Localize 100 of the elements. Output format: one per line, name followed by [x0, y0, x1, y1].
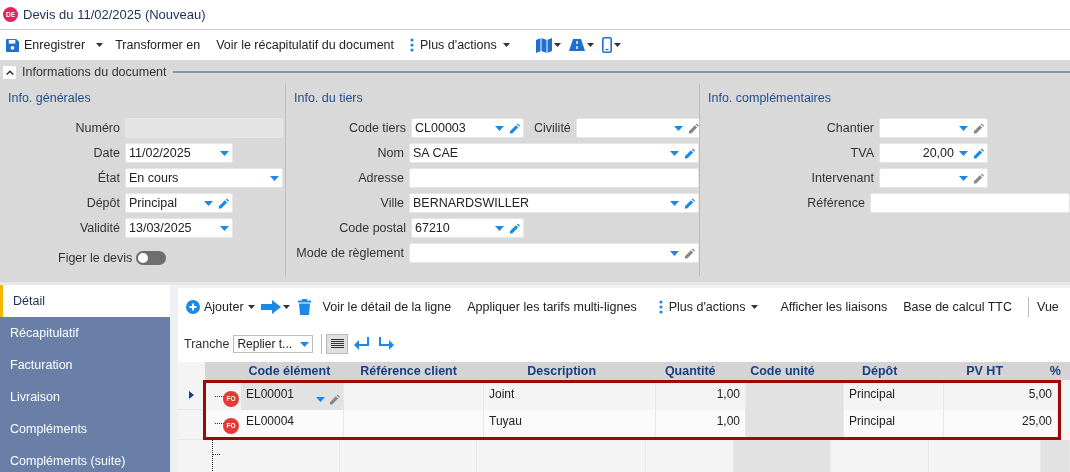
indent-arrow-icon — [378, 336, 395, 352]
caret-icon — [247, 305, 255, 309]
field-label: Date — [92, 144, 120, 162]
pencil-icon[interactable] — [687, 122, 699, 134]
field-label: Chantier — [825, 119, 874, 137]
dropdown-caret-icon — [220, 225, 229, 231]
side-tab[interactable]: Livraison — [0, 381, 170, 413]
indent-button[interactable] — [376, 336, 397, 352]
side-tab[interactable]: Récapitulatif — [0, 317, 170, 349]
more-actions-button[interactable]: Plus d'actions — [402, 35, 518, 55]
tranche-dropdown[interactable]: Replier t... — [233, 335, 314, 353]
tree-line — [215, 423, 224, 424]
tranche-label: Tranche — [184, 335, 230, 353]
dropdown-field[interactable]: 13/03/2025 — [125, 218, 233, 239]
kebab-icon — [410, 38, 414, 52]
column-header[interactable]: Référence client — [339, 362, 478, 380]
field-label: Mode de règlement — [295, 244, 404, 262]
save-button[interactable]: Enregistrer — [2, 35, 108, 55]
field-label: Nom — [376, 144, 404, 162]
pencil-icon[interactable] — [684, 147, 695, 159]
section-title: Informations du document — [22, 63, 167, 81]
dropdown-field[interactable]: En cours — [125, 168, 283, 189]
pencil-icon[interactable] — [509, 122, 520, 134]
side-tab[interactable]: Détail — [0, 285, 170, 317]
caret-icon — [613, 43, 621, 47]
lines-view-button[interactable] — [326, 334, 349, 354]
column-header[interactable]: PV HT — [928, 362, 1041, 380]
pencil-icon[interactable] — [329, 394, 340, 405]
dropdown-field[interactable] — [879, 168, 988, 189]
header-cell — [204, 362, 239, 380]
dropdown-caret-icon — [300, 341, 310, 347]
table-cell: Tuyau — [484, 410, 656, 437]
dropdown-caret-icon — [673, 125, 683, 131]
toolbar-button[interactable]: Appliquer les tarifs multi-lignes — [459, 297, 645, 317]
road-icon — [568, 39, 585, 51]
side-tab[interactable]: Compléments — [0, 413, 170, 445]
pencil-icon[interactable] — [684, 197, 695, 209]
dropdown-field[interactable]: 67210 — [411, 218, 524, 239]
dropdown-field[interactable]: SA CAE — [409, 143, 699, 164]
caret-icon — [502, 43, 510, 47]
dropdown-caret-icon — [670, 200, 679, 206]
caret-icon — [586, 43, 594, 47]
pencil-icon[interactable] — [684, 247, 695, 259]
map-icon — [535, 37, 552, 53]
dropdown-field[interactable]: CL00003 — [411, 118, 524, 139]
collapse-button[interactable] — [3, 65, 16, 79]
toolbar-button[interactable]: Voir le récapitulatif du document — [208, 35, 402, 55]
column-header[interactable]: % — [1040, 362, 1070, 380]
table-cell: Principal — [844, 410, 944, 437]
dropdown-field[interactable]: BERNARDSWILLER — [409, 193, 699, 214]
dropdown-field[interactable] — [879, 118, 988, 139]
group-title: Info. générales — [8, 90, 92, 107]
field-label: Code postal — [338, 219, 406, 237]
dropdown-field[interactable]: 11/02/2025 — [125, 143, 233, 164]
field-label: Référence — [806, 194, 865, 212]
field-label: Numéro — [74, 119, 120, 137]
toolbar-button[interactable]: Vue — [1029, 297, 1067, 317]
toolbar-button[interactable]: Base de calcul TTC — [895, 297, 1021, 317]
add-button[interactable]: Ajouter — [184, 297, 257, 317]
side-tab[interactable]: Facturation — [0, 349, 170, 381]
plus-circle-icon — [186, 300, 200, 314]
dropdown-caret-icon — [270, 175, 279, 181]
toolbar-button[interactable]: Afficher les liaisons — [772, 297, 896, 317]
column-header[interactable]: Code unité — [734, 362, 831, 380]
toggle-label: Figer le devis — [58, 249, 133, 267]
dropdown-field[interactable] — [409, 243, 699, 264]
dropdown-caret-icon — [959, 150, 968, 156]
pencil-icon[interactable] — [509, 222, 520, 234]
dropdown-caret-icon — [204, 200, 213, 206]
side-tab[interactable]: Compléments (suite) — [0, 445, 170, 472]
text-field[interactable] — [870, 193, 1070, 214]
column-header[interactable]: Dépôt — [830, 362, 929, 380]
chevron-icon — [5, 69, 14, 75]
field-label: TVA — [849, 144, 874, 162]
pencil-icon[interactable] — [973, 147, 984, 159]
dropdown-caret-icon — [670, 150, 679, 156]
column-header[interactable]: Quantité — [646, 362, 735, 380]
toggle-switch[interactable] — [136, 251, 167, 266]
column-header[interactable]: Code élément — [238, 362, 340, 380]
text-field[interactable] — [409, 168, 699, 189]
column-header[interactable]: Description — [477, 362, 647, 380]
table-cell: 25,00 — [944, 410, 1058, 437]
field-label: Intervenant — [810, 169, 874, 187]
more-actions-button[interactable]: Plus d'actions — [644, 297, 773, 317]
dropdown-field[interactable] — [575, 118, 699, 139]
table-cell: EL00001 — [241, 383, 344, 410]
dropdown-caret-icon — [959, 125, 968, 131]
pencil-icon[interactable] — [973, 172, 984, 184]
kebab-icon — [658, 300, 663, 314]
dropdown-field[interactable]: 20,00 — [879, 143, 988, 164]
pencil-icon[interactable] — [973, 122, 984, 134]
toolbar-button[interactable]: Transformer en — [107, 35, 209, 55]
arrow-right-icon — [260, 300, 281, 314]
field-label: Adresse — [357, 169, 404, 187]
pencil-icon[interactable] — [218, 197, 229, 209]
field-label: Code tiers — [348, 119, 406, 137]
toolbar-button[interactable]: Voir le détail de la ligne — [314, 297, 460, 317]
dropdown-field[interactable]: Principal — [125, 193, 233, 214]
field-label: Dépôt — [85, 194, 120, 212]
group-title: Info. complémentaires — [708, 90, 832, 107]
